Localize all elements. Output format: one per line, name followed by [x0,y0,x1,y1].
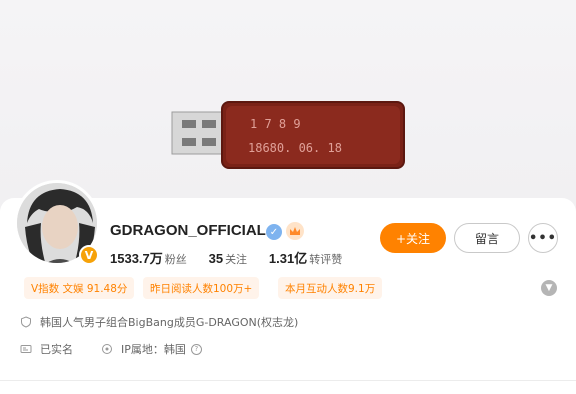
tag-monthly-interactions[interactable]: 本月互动人数9.1万 [278,277,383,299]
divider [0,380,576,381]
chevron-down-icon[interactable]: ▼ [541,280,557,296]
location-icon [102,344,112,354]
shield-icon [21,316,31,328]
profile-stats: 1533.7万 粉丝 35 关注 1.31亿 转评赞 [110,248,360,267]
crown-icon[interactable] [286,222,304,240]
usb-text-line1: 1 7 8 9 [250,117,301,131]
stat-interactions: 1.31亿 转评赞 [268,251,343,266]
stat-following[interactable]: 35 关注 [209,251,265,266]
verified-check-icon[interactable]: ✓ [266,224,282,240]
bio-row: 韩国人气男子组合BigBang成员G-DRAGON(权志龙) [20,314,298,330]
verified-v-badge: V [79,245,99,265]
tag-v-index[interactable]: V指数 文娱 91.48分 [24,277,135,299]
more-options-button[interactable]: ••• [528,223,558,253]
usb-text-line2: 18680. 06. 18 [248,141,342,155]
ip-location: IP属地：韩国 [121,343,186,356]
message-button[interactable]: 留言 [454,223,520,253]
username: GDRAGON_OFFICIAL [110,222,266,239]
meta-row: 已实名 IP属地：韩国 ? [20,341,202,357]
stat-followers[interactable]: 1533.7万 粉丝 [110,251,205,266]
usb-drive-image: 1 7 8 9 18680. 06. 18 [171,101,405,169]
tag-yesterday-readers[interactable]: 昨日阅读人数100万+ [143,277,260,299]
follow-button[interactable]: +关注 [380,223,446,253]
id-card-icon [20,345,32,353]
bio-text: 韩国人气男子组合BigBang成员G-DRAGON(权志龙) [40,316,299,329]
help-icon[interactable]: ? [190,343,202,355]
realname-status: 已实名 [40,343,73,356]
